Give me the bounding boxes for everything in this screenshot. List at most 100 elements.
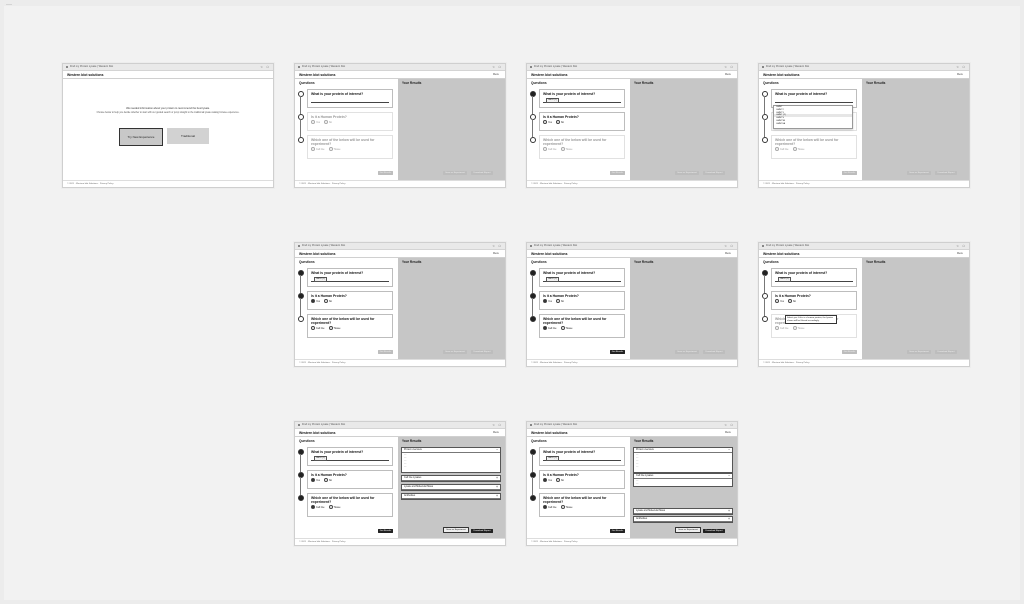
save-experiment-button[interactable]: Save as Experiment [675,527,701,533]
radio-option[interactable]: Yes [543,120,552,124]
radio-icon[interactable] [775,326,779,330]
radio-icon[interactable] [323,299,328,303]
radio-icon[interactable] [560,326,565,330]
tab-title[interactable]: Find my Protein Lysate | Western blot [302,423,345,426]
protein-input[interactable]: GMNT (2) [543,456,621,461]
result-card-header[interactable]: Antibodies [634,517,732,522]
radio-option[interactable]: Cell line [311,147,325,151]
radio-icon[interactable] [543,505,547,509]
radio-option[interactable]: Tissue [560,147,572,151]
collapse-icon[interactable]: − [728,474,730,478]
radio-option[interactable]: No [323,299,332,303]
radio-icon[interactable] [311,326,315,330]
footer-text[interactable]: © 2021 · Western blot Solutions · Privac… [531,541,577,543]
get-results-button[interactable]: Get Results [842,171,857,175]
protein-input[interactable]: GMNT (2) [775,277,853,282]
menu-link[interactable]: Menu [957,73,963,76]
radio-icon[interactable] [323,478,328,482]
question-card-1[interactable]: What is your protein of interest? [307,89,393,108]
radio-option[interactable]: No [555,299,564,303]
protein-input[interactable]: GMNT (2) [543,98,621,103]
radio-icon[interactable] [311,505,315,509]
tab-title[interactable]: Find my Protein Lysate | Western blot [766,244,809,247]
radio-option[interactable]: Cell line [543,147,557,151]
radio-icon[interactable] [311,147,315,151]
radio-option[interactable]: Tissue [792,326,804,330]
expand-icon[interactable]: + [728,517,730,521]
question-card-3[interactable]: Which one of the below will be used for … [307,135,393,159]
protein-input[interactable] [311,98,389,103]
footer-text[interactable]: © 2021 · Western blot Solutions · Privac… [531,183,577,185]
result-card-header[interactable]: Cell line Lysates [402,476,500,481]
menu-link[interactable]: Menu [725,431,731,434]
radio-option[interactable]: Yes [311,120,320,124]
result-card[interactable]: Antibodies + [401,493,501,500]
radio-icon[interactable] [328,505,333,509]
radio-option[interactable]: Tissue [328,326,340,330]
expand-icon[interactable]: + [728,509,730,513]
result-card[interactable]: Cell line Lysates + [401,475,501,482]
question-card-2[interactable]: Is it a Human Protein?YesNo [307,112,393,131]
footer-text[interactable]: © 2021 · Western blot Solutions · Privac… [763,362,809,364]
question-card-3[interactable]: Which one of the below will be used for … [539,314,625,338]
profile-icon[interactable]: ⚇ [498,244,501,248]
radio-option[interactable]: Tissue [328,147,340,151]
radio-icon[interactable] [775,299,779,303]
tab-title[interactable]: Find my Protein Lysate | Western blot [534,244,577,247]
dropdown-option[interactable]: GMNT6A [774,123,852,126]
download-report-button[interactable]: Download Report [935,350,957,354]
collapse-icon[interactable]: − [728,448,730,452]
save-experiment-button[interactable]: Save as Experiment [907,350,931,354]
save-experiment-button[interactable]: Save as Experiment [675,350,699,354]
radio-icon[interactable] [555,120,560,124]
save-experiment-button[interactable]: Save as Experiment [907,171,931,175]
radio-option[interactable]: No [787,299,796,303]
radio-option[interactable]: No [323,120,332,124]
radio-option[interactable]: Yes [543,299,552,303]
radio-icon[interactable] [560,147,565,151]
profile-icon[interactable]: ⚇ [730,244,733,248]
radio-option[interactable]: Cell line [311,326,325,330]
footer-text[interactable]: © 2021 · Western blot Solutions · Privac… [299,362,345,364]
collapse-icon[interactable]: − [496,448,498,452]
question-card-2[interactable]: Is it a Human Protein?YesNo [539,112,625,131]
radio-option[interactable]: Yes [775,299,784,303]
question-card-3[interactable]: Which one of the below will be used for … [539,135,625,159]
tab-title[interactable]: Find my Protein Lysate | Western blot [302,65,345,68]
footer-text[interactable]: © 2021 · Western blot Solutions · Privac… [531,362,577,364]
radio-icon[interactable] [775,147,779,151]
get-results-button[interactable]: Get Results [378,350,393,354]
radio-icon[interactable] [311,478,315,482]
radio-option[interactable]: Tissue [560,326,572,330]
get-results-button[interactable]: Get Results [610,350,625,354]
radio-icon[interactable] [555,478,560,482]
radio-option[interactable]: Tissue [328,505,340,509]
expand-icon[interactable]: + [496,485,498,489]
question-card-2[interactable]: Is it a Human Protein?YesNo [539,470,625,489]
radio-option[interactable]: Cell line [543,505,557,509]
result-card-header[interactable]: Lysate and Molecular Mass [634,509,732,514]
tab-title[interactable]: Find my Protein Lysate | Western blot [70,65,113,68]
radio-option[interactable]: Cell line [311,505,325,509]
tab-title[interactable]: Find my Protein Lysate | Western blot [534,65,577,68]
radio-option[interactable]: Tissue [792,147,804,151]
protein-input[interactable]: GMNT (2) [543,277,621,282]
radio-icon[interactable] [328,326,333,330]
profile-icon[interactable]: ⚇ [962,244,965,248]
menu-link[interactable]: Menu [725,252,731,255]
result-card[interactable]: Protein overview − — — — — — [633,447,733,473]
radio-icon[interactable] [543,478,547,482]
protein-chip[interactable]: GMNT (2) [546,98,559,103]
save-experiment-button[interactable]: Save as Experiment [443,527,469,533]
radio-icon[interactable] [323,120,328,124]
download-report-button[interactable]: Download Report [471,350,493,354]
expand-icon[interactable]: + [496,476,498,480]
radio-icon[interactable] [787,299,792,303]
tab-title[interactable]: Find my Protein Lysate | Western blot [302,244,345,247]
protein-input[interactable]: GMNT (2) [311,277,389,282]
download-report-button[interactable]: Download Report [471,529,493,533]
menu-link[interactable]: Menu [957,252,963,255]
download-report-button[interactable]: Download Report [703,350,725,354]
question-card-3[interactable]: Which one of the below will be used for … [539,493,625,517]
protein-chip[interactable]: GMNT (2) [546,456,559,461]
